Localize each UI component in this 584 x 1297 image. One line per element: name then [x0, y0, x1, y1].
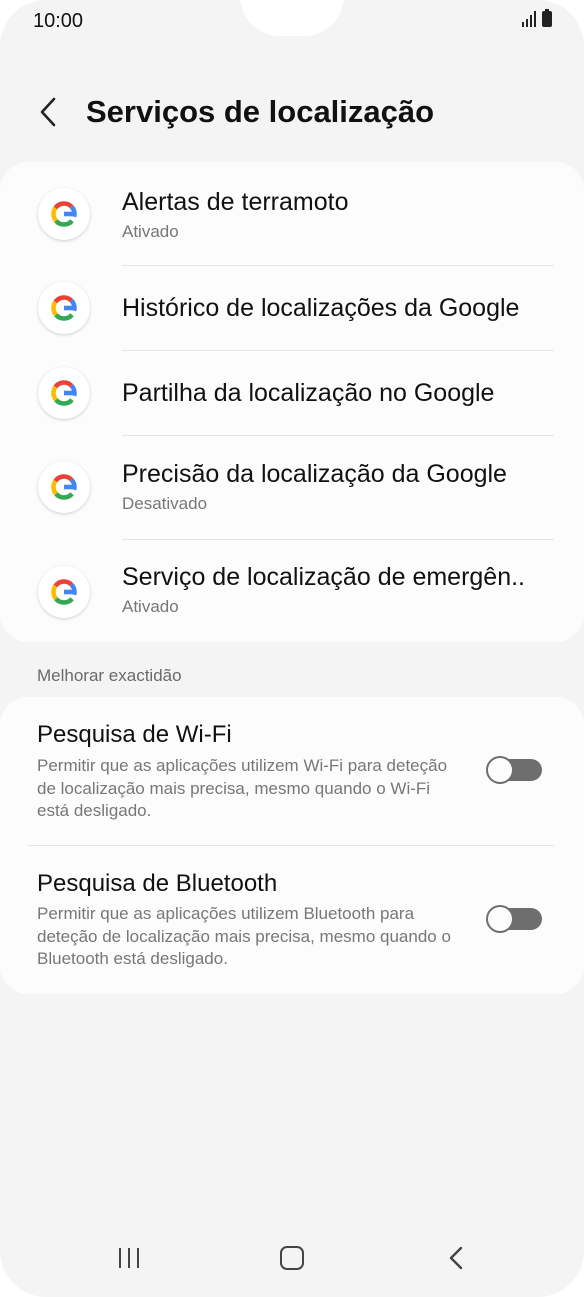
section-label-accuracy: Melhorar exactidão [37, 666, 182, 685]
setting-wifi-scanning[interactable]: Pesquisa de Wi-Fi Permitir que as aplica… [0, 697, 584, 845]
setting-description: Permitir que as aplicações utilizem Blue… [37, 904, 451, 968]
home-button[interactable] [270, 1238, 314, 1278]
list-item-location-accuracy[interactable]: Precisão da localização da Google Desati… [0, 436, 584, 539]
google-services-card: Alertas de terramoto Ativado Histórico d… [0, 162, 584, 642]
header: Serviços de localização [0, 82, 584, 146]
status-icons [522, 9, 552, 27]
list-item-subtitle: Ativado [122, 597, 179, 616]
google-icon [38, 461, 90, 513]
toggle-thumb [486, 756, 514, 784]
list-item-subtitle: Ativado [122, 222, 179, 241]
chevron-left-icon [40, 97, 56, 127]
setting-description: Permitir que as aplicações utilizem Wi-F… [37, 756, 448, 820]
recents-icon [119, 1248, 139, 1268]
setting-title: Pesquisa de Wi-Fi [37, 721, 232, 748]
list-item-emergency-location[interactable]: Serviço de localização de emergên.. Ativ… [0, 540, 584, 642]
toggle-thumb [486, 905, 514, 933]
battery-icon [542, 9, 552, 27]
list-item-earthquake-alerts[interactable]: Alertas de terramoto Ativado [0, 162, 584, 265]
back-button[interactable] [26, 90, 70, 134]
bluetooth-scanning-toggle[interactable] [486, 905, 542, 933]
google-icon [38, 188, 90, 240]
accuracy-card: Pesquisa de Wi-Fi Permitir que as aplica… [0, 697, 584, 994]
list-item-location-history[interactable]: Histórico de localizações da Google [0, 266, 584, 350]
back-icon [449, 1246, 463, 1270]
status-time: 10:00 [33, 10, 84, 32]
list-item-title: Histórico de localizações da Google [122, 294, 520, 322]
list-item-title: Alertas de terramoto [122, 188, 349, 216]
list-item-title: Precisão da localização da Google [122, 460, 507, 488]
recents-button[interactable] [107, 1238, 151, 1278]
signal-icon [522, 11, 536, 27]
setting-title: Pesquisa de Bluetooth [37, 870, 278, 897]
home-icon [280, 1246, 304, 1270]
list-item-title: Serviço de localização de emergên.. [122, 563, 526, 591]
page-title: Serviços de localização [86, 94, 435, 129]
google-icon [38, 282, 90, 334]
nav-back-button[interactable] [434, 1238, 478, 1278]
list-item-title: Partilha da localização no Google [122, 379, 495, 407]
navigation-bar [0, 1228, 584, 1288]
google-icon [38, 566, 90, 618]
setting-bluetooth-scanning[interactable]: Pesquisa de Bluetooth Permitir que as ap… [0, 846, 584, 994]
phone-screen: 10:00 Serviços de localização Alertas de… [0, 0, 584, 1297]
list-item-subtitle: Desativado [122, 494, 208, 513]
list-item-location-sharing[interactable]: Partilha da localização no Google [0, 351, 584, 435]
google-icon [38, 367, 90, 419]
wifi-scanning-toggle[interactable] [486, 756, 542, 784]
